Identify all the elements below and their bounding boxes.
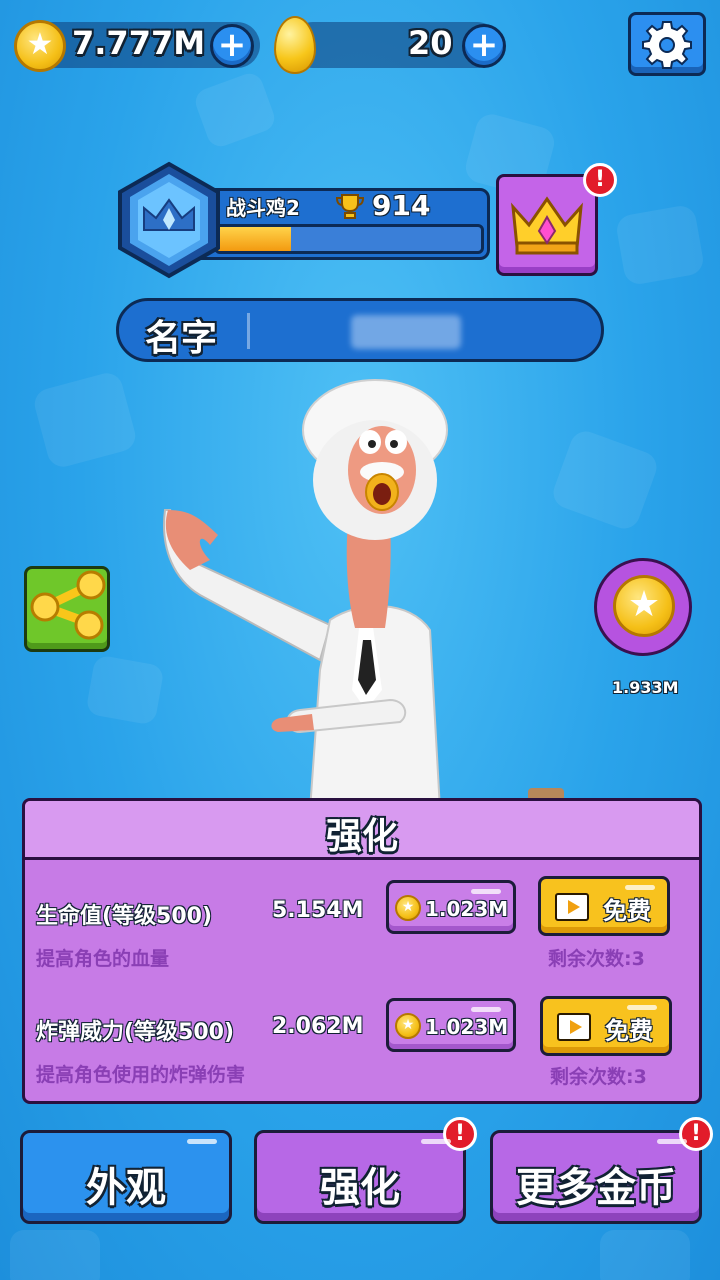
rank-progress-bar bbox=[214, 224, 484, 254]
add-coins-button[interactable]: + bbox=[210, 24, 254, 68]
more-coins-alert-badge: ! bbox=[679, 1117, 713, 1151]
upgrade-alert-badge: ! bbox=[443, 1117, 477, 1151]
tab-upgrade-label: 强化 bbox=[320, 1165, 400, 1211]
star-coin-icon: ★ bbox=[395, 895, 421, 921]
free-upgrade-button[interactable]: 免费 bbox=[538, 876, 670, 936]
remaining-count: 剩余次数:3 bbox=[550, 1066, 647, 1088]
upgrade-description: 提高角色使用的炸弹伤害 bbox=[36, 1064, 246, 1086]
chicken-character[interactable] bbox=[160, 370, 520, 810]
share-button[interactable] bbox=[24, 566, 110, 652]
free-upgrade-button[interactable]: 免费 bbox=[540, 996, 672, 1056]
remaining-count: 剩余次数:3 bbox=[548, 948, 645, 970]
upgrade-cost: 1.023M bbox=[425, 1015, 509, 1039]
collect-coins-amount: 1.933M bbox=[612, 678, 679, 697]
gem-amount: 20 bbox=[408, 24, 453, 62]
upgrade-name: 炸弹威力(等级500) bbox=[36, 1020, 235, 1045]
free-label: 免费 bbox=[605, 1017, 653, 1045]
crown-icon bbox=[511, 196, 583, 255]
tab-appearance-label: 外观 bbox=[86, 1165, 166, 1211]
rank-progress-fill bbox=[217, 227, 291, 251]
star-coin-icon: ★ bbox=[613, 575, 675, 637]
upgrade-panel-title: 强化 bbox=[325, 816, 398, 857]
coin-amount: 7.777M bbox=[72, 24, 206, 62]
add-gems-button[interactable]: + bbox=[462, 24, 506, 68]
crown-button[interactable]: ! bbox=[496, 163, 617, 276]
rank-badge-icon bbox=[118, 161, 220, 279]
gold-egg-icon bbox=[274, 16, 316, 74]
tab-more-coins[interactable]: 更多金币 ! bbox=[490, 1117, 713, 1224]
star-coin-icon: ★ bbox=[14, 20, 66, 72]
name-label: 名字 bbox=[145, 318, 218, 359]
star-coin-icon: ★ bbox=[395, 1013, 421, 1039]
rank-name: 战斗鸡2 bbox=[226, 196, 300, 220]
buy-upgrade-button[interactable]: ★ 1.023M bbox=[386, 880, 516, 934]
tab-upgrade[interactable]: 强化 ! bbox=[254, 1117, 477, 1224]
free-label: 免费 bbox=[603, 897, 651, 925]
gear-icon bbox=[642, 21, 692, 69]
upgrade-value: 2.062M bbox=[272, 1014, 364, 1039]
name-field[interactable]: 名字 bbox=[116, 298, 604, 362]
buy-upgrade-button[interactable]: ★ 1.023M bbox=[386, 998, 516, 1052]
upgrade-cost: 1.023M bbox=[425, 897, 509, 921]
settings-button[interactable] bbox=[628, 12, 706, 76]
name-value-blurred bbox=[351, 315, 461, 349]
tab-more-coins-label: 更多金币 bbox=[516, 1165, 676, 1211]
upgrade-value: 5.154M bbox=[272, 898, 364, 923]
trophy-count: 914 bbox=[372, 189, 431, 222]
crown-alert-badge: ! bbox=[583, 163, 617, 197]
tab-appearance[interactable]: 外观 bbox=[20, 1130, 232, 1224]
trophy-icon bbox=[335, 193, 365, 219]
upgrade-name: 生命值(等级500) bbox=[36, 904, 213, 929]
collect-coins-button[interactable]: ★ bbox=[594, 558, 692, 656]
video-icon bbox=[557, 1013, 591, 1041]
name-divider bbox=[247, 313, 250, 349]
video-icon bbox=[555, 893, 589, 921]
share-icon bbox=[30, 570, 106, 640]
upgrade-description: 提高角色的血量 bbox=[36, 948, 170, 970]
